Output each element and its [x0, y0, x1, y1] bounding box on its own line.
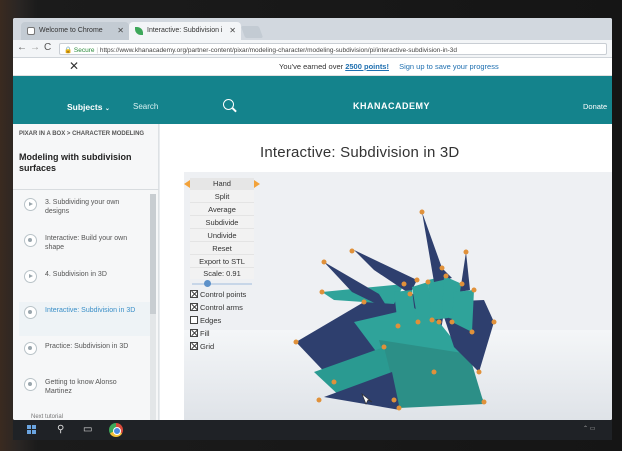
tutorial-sidebar: PIXAR IN A BOX > CHARACTER MODELING Mode… — [13, 124, 159, 420]
split-button[interactable]: Split — [190, 190, 254, 203]
sidebar-item-label: 4. Subdivision in 3D — [45, 271, 107, 278]
checkbox-box[interactable] — [190, 329, 198, 337]
exercise-icon — [24, 234, 37, 247]
close-icon[interactable]: ✕ — [117, 26, 124, 35]
forward-icon[interactable]: → — [30, 42, 40, 53]
subjects-menu[interactable]: Subjects ⌄ — [67, 102, 110, 112]
sidebar-item-label: Interactive: Subdivision in 3D — [45, 307, 136, 314]
checkbox-label: Edges — [200, 316, 222, 325]
export-stl-button[interactable]: Export to STL — [190, 255, 254, 268]
chevron-down-icon: ⌄ — [104, 106, 110, 112]
exercise-icon — [24, 306, 37, 319]
notice-prefix: You've earned over — [279, 62, 344, 71]
checkbox-label: Control points — [200, 290, 247, 299]
new-tab-button[interactable] — [240, 26, 264, 38]
control-points-checkbox[interactable]: Control points — [190, 289, 256, 301]
model-selector[interactable]: Hand — [184, 178, 260, 190]
tab-strip: Welcome to Chrome ✕ Interactive: Subdivi… — [13, 18, 612, 40]
sidebar-item-label: Getting to know Alonso Martinez — [45, 379, 117, 395]
page-title: Interactive: Subdivision in 3D — [260, 144, 460, 161]
page-icon — [27, 27, 35, 35]
checkbox-label: Control arms — [200, 303, 243, 312]
play-icon — [24, 198, 37, 211]
sidebar-item-subdividing-designs[interactable]: 3. Subdividing your own designs — [19, 194, 154, 228]
points-link[interactable]: 2500 points! — [345, 62, 389, 71]
practice-icon — [24, 342, 37, 355]
search-icon[interactable]: ⚲ — [57, 424, 64, 435]
tab-label: Welcome to Chrome — [39, 27, 103, 34]
subjects-label: Subjects — [67, 102, 103, 112]
search-icon[interactable] — [223, 99, 234, 110]
monitor-screen: Welcome to Chrome ✕ Interactive: Subdivi… — [13, 18, 612, 420]
site-header: Subjects ⌄ Search KHANACADEMY Donate — [13, 76, 612, 124]
fill-checkbox[interactable]: Fill — [190, 328, 256, 340]
reset-button[interactable]: Reset — [190, 242, 254, 255]
notice-text: You've earned over 2500 points! Sign up … — [279, 62, 499, 71]
signup-link[interactable]: Sign up to save your progress — [399, 62, 499, 71]
play-icon — [24, 270, 37, 283]
donate-link[interactable]: Donate — [583, 102, 607, 111]
arrow-right-icon[interactable] — [254, 180, 260, 188]
points-notice-bar: ✕ You've earned over 2500 points! Sign u… — [13, 58, 612, 76]
main-content: Interactive: Subdivision in 3D Hand Spli… — [160, 124, 612, 420]
windows-taskbar: ⚲ ▭ ⌃ ▭ — [13, 420, 612, 440]
secure-label: Secure — [73, 47, 95, 54]
checkbox-label: Grid — [200, 342, 215, 351]
task-view-icon[interactable]: ▭ — [83, 424, 92, 435]
sidebar-item-label: Practice: Subdivision in 3D — [45, 343, 129, 350]
hand-mesh — [296, 212, 494, 410]
sidebar-item-label: 3. Subdividing your own designs — [45, 199, 120, 215]
model-name: Hand — [213, 179, 231, 188]
windows-icon[interactable] — [27, 425, 37, 435]
tab-welcome[interactable]: Welcome to Chrome ✕ — [21, 22, 129, 40]
tab-interactive[interactable]: Interactive: Subdivision i ✕ — [129, 22, 241, 40]
sidebar-item-interactive-3d[interactable]: Interactive: Subdivision in 3D — [19, 302, 154, 336]
checkbox-label: Fill — [200, 329, 210, 338]
scale-label: Scale: 0.91 — [190, 268, 254, 279]
checkbox-box[interactable] — [190, 303, 198, 311]
average-button[interactable]: Average — [190, 203, 254, 216]
sidebar-item-alonso-martinez[interactable]: Getting to know Alonso Martinez — [19, 374, 154, 408]
scale-slider[interactable] — [190, 280, 254, 288]
address-bar-row: ← → C 🔒 Secure | https://www.khanacademy… — [13, 40, 612, 58]
logo-text: KHANACADEMY — [353, 101, 430, 111]
checkbox-box[interactable] — [190, 342, 198, 350]
system-tray-icon[interactable]: ⌃ ▭ — [583, 425, 595, 432]
ka-leaf-icon — [135, 27, 143, 35]
close-icon[interactable]: ✕ — [69, 59, 79, 73]
sidebar-item-build-shape[interactable]: Interactive: Build your own shape — [19, 230, 154, 264]
undivide-button[interactable]: Undivide — [190, 229, 254, 242]
sidebar-item-practice-3d[interactable]: Practice: Subdivision in 3D — [19, 338, 154, 372]
tab-label: Interactive: Subdivision i — [147, 27, 223, 34]
slider-track — [192, 283, 252, 285]
close-icon[interactable]: ✕ — [229, 26, 236, 35]
lock-icon: 🔒 — [64, 47, 73, 54]
viewer-controls: Hand Split Average Subdivide Undivide Re… — [184, 178, 260, 353]
arrow-left-icon[interactable] — [184, 180, 190, 188]
khan-academy-logo[interactable]: KHANACADEMY — [353, 101, 430, 111]
subdivide-button[interactable]: Subdivide — [190, 216, 254, 229]
sidebar-item-subdivision-3d-video[interactable]: 4. Subdivision in 3D — [19, 266, 154, 300]
divider — [13, 189, 159, 190]
checkbox-box[interactable] — [190, 316, 198, 324]
chrome-icon[interactable] — [109, 423, 123, 437]
article-icon — [24, 378, 37, 391]
unit-title: Modeling with subdivision surfaces — [19, 152, 132, 173]
scrollbar-thumb[interactable] — [150, 194, 156, 314]
url-field[interactable]: 🔒 Secure | https://www.khanacademy.org/p… — [59, 43, 607, 55]
edges-checkbox[interactable]: Edges — [190, 315, 256, 327]
search-label[interactable]: Search — [133, 102, 158, 111]
sidebar-item-label: Interactive: Build your own shape — [45, 235, 128, 251]
breadcrumb[interactable]: PIXAR IN A BOX > CHARACTER MODELING — [19, 130, 149, 138]
back-icon[interactable]: ← — [17, 42, 27, 53]
control-arms-checkbox[interactable]: Control arms — [190, 302, 256, 314]
url-text: https://www.khanacademy.org/partner-cont… — [99, 47, 458, 54]
reload-icon[interactable]: C — [44, 42, 51, 53]
slider-handle[interactable] — [204, 280, 212, 287]
grid-checkbox[interactable]: Grid — [190, 341, 256, 353]
checkbox-box[interactable] — [190, 290, 198, 298]
